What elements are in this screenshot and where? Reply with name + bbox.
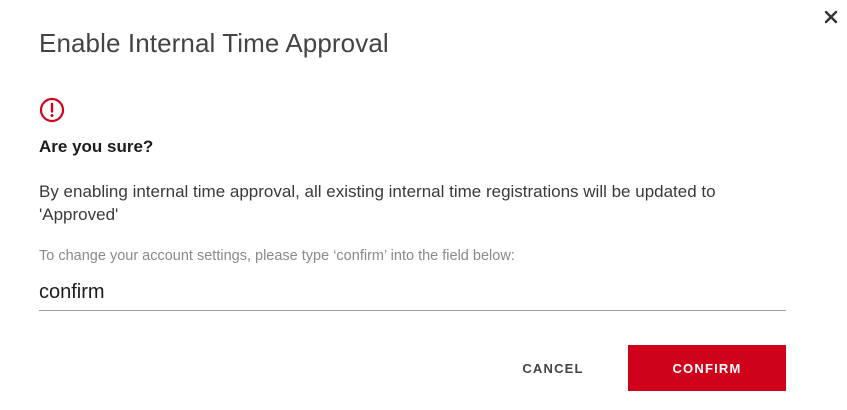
confirm-instruction: To change your account settings, please … — [39, 248, 515, 264]
warning-description: By enabling internal time approval, all … — [39, 182, 716, 224]
warning-circle-icon — [39, 97, 65, 123]
confirm-text-input[interactable] — [39, 275, 786, 311]
close-button[interactable] — [820, 6, 842, 28]
dialog-title: Enable Internal Time Approval — [39, 28, 389, 58]
confirmation-dialog: Enable Internal Time Approval Are you su… — [0, 0, 847, 410]
confirmation-question: Are you sure? — [39, 137, 154, 156]
confirm-button[interactable]: CONFIRM — [628, 345, 786, 391]
cancel-button[interactable]: CANCEL — [505, 345, 601, 391]
close-icon — [824, 10, 838, 24]
